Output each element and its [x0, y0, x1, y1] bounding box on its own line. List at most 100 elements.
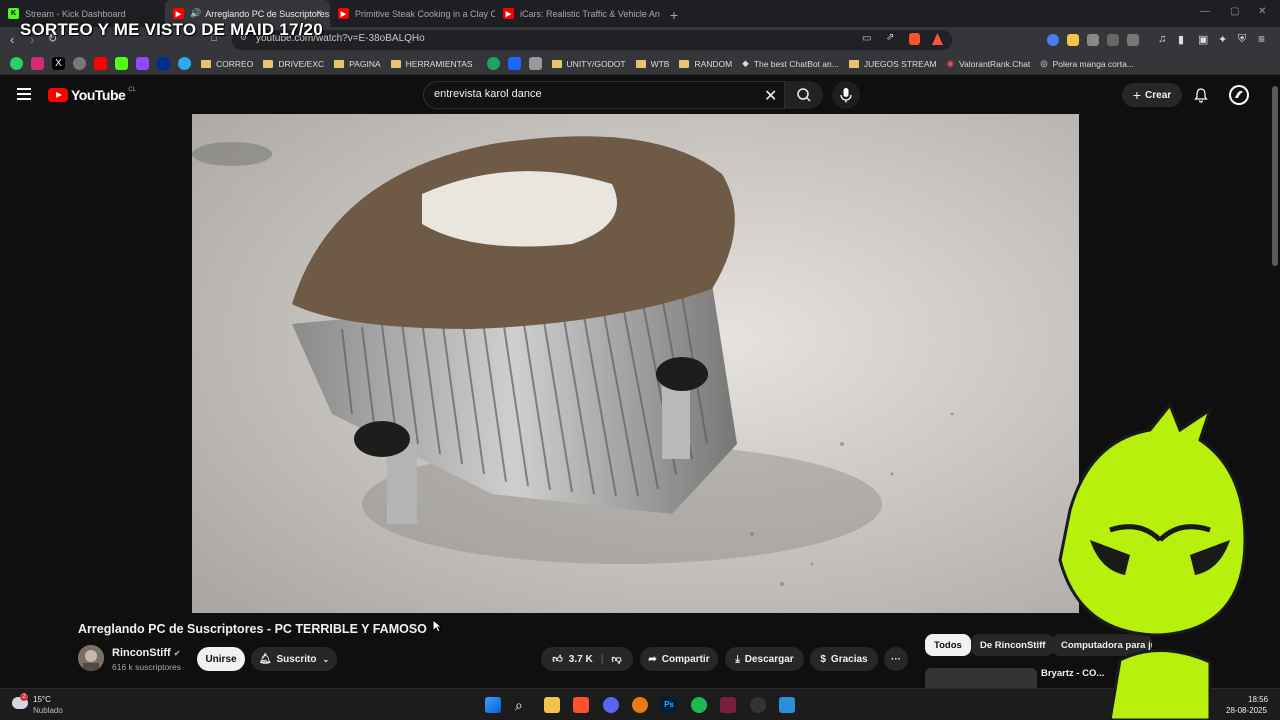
extension-icon[interactable] [1127, 34, 1139, 46]
super-thanks-icon: $ [820, 653, 826, 665]
recommended-thumbnail[interactable] [925, 668, 1037, 688]
app-icon[interactable] [720, 697, 736, 713]
stream-title-overlay: SORTEO Y ME VISTO DE MAID 17/20 [20, 20, 323, 39]
thumbs-up-icon[interactable]: 👍︎ [552, 653, 562, 665]
download-icon: ⤓ [735, 653, 740, 665]
youtube-icon: ▶ [503, 8, 514, 19]
close-tab-icon[interactable]: × [316, 8, 322, 19]
bookmark-icon[interactable] [486, 57, 500, 70]
voice-search-button[interactable] [832, 81, 860, 109]
bookmark-label: Polera manga corta... [1052, 58, 1134, 69]
bookmark-folder[interactable]: PAGINA [334, 59, 381, 69]
clock-time[interactable]: 18:56 [1248, 695, 1268, 704]
channel-name-text: RinconStiff [112, 647, 171, 659]
discord-icon[interactable] [603, 697, 619, 713]
weather-description[interactable]: Nublado [33, 706, 63, 715]
app-icon[interactable] [779, 697, 795, 713]
vpn-icon[interactable]: ⛨ [1238, 33, 1246, 46]
tab-icars[interactable]: ▶ iCars: Realistic Traffic & Vehicle Ani… [495, 0, 660, 27]
youtube-icon[interactable] [94, 57, 107, 70]
weather-temperature[interactable]: 15°C [33, 695, 51, 704]
apple-icon[interactable] [73, 57, 86, 70]
join-button[interactable]: Unirse [197, 647, 245, 671]
brave-shields-icon[interactable] [909, 33, 920, 45]
bookmark-folder[interactable]: DRIVE/EXC [263, 59, 324, 69]
extension-icon[interactable] [1067, 34, 1079, 46]
brave-rewards-icon[interactable] [932, 33, 943, 45]
cast-icon[interactable]: ▭ [862, 33, 871, 44]
notifications-bell-icon[interactable] [1193, 87, 1209, 103]
sidebar-icon[interactable]: ▮ [1178, 33, 1184, 46]
create-button[interactable]: + Crear [1122, 83, 1182, 107]
brave-browser-icon[interactable] [573, 697, 589, 713]
share-page-icon[interactable]: ⇗ [886, 32, 894, 43]
bookmark-folder[interactable]: WTB [635, 59, 669, 69]
download-button[interactable]: ⤓ Descargar [725, 647, 804, 671]
hamburger-menu-icon[interactable] [17, 88, 31, 100]
chip-de-rinconstiff[interactable]: De RinconStiff [971, 634, 1055, 656]
menu-icon[interactable]: ≡ [1258, 32, 1265, 46]
maximize-icon[interactable]: ▢ [1230, 6, 1239, 17]
extension-icon[interactable] [1087, 34, 1099, 46]
telegram-icon[interactable] [178, 57, 191, 70]
search-icon[interactable]: ⌕ [515, 697, 531, 713]
youtube-logo[interactable]: YouTube CL [48, 87, 136, 103]
channel-avatar[interactable] [78, 645, 104, 671]
account-avatar[interactable] [1229, 85, 1249, 105]
subscribed-label: Suscrito [276, 653, 317, 665]
more-actions-button[interactable]: ··· [884, 647, 908, 671]
bookmark-icon[interactable] [528, 57, 542, 70]
video-player[interactable] [192, 114, 1079, 613]
search-button[interactable] [785, 81, 823, 109]
file-explorer-icon[interactable] [544, 697, 560, 713]
whatsapp-icon[interactable] [10, 57, 23, 70]
search-input[interactable] [434, 88, 734, 100]
folder-icon [334, 59, 345, 68]
bookmark-folder[interactable]: HERRAMIENTAS [390, 59, 473, 69]
new-tab-button[interactable]: + [660, 7, 688, 27]
puzzle-icon[interactable] [1107, 34, 1119, 46]
page-scrollbar[interactable] [1270, 76, 1280, 688]
spotify-icon[interactable] [691, 697, 707, 713]
avatar-image [1231, 87, 1247, 103]
bookmark-link[interactable]: ◆ The best ChatBot an... [742, 58, 839, 69]
subscribed-button[interactable]: 🔔︎ Suscrito ⌄ [251, 647, 337, 671]
paypal-icon[interactable] [157, 57, 170, 70]
wallet-icon[interactable]: ▣ [1198, 33, 1208, 46]
photoshop-icon[interactable]: Ps [661, 697, 677, 713]
bookmark-link[interactable]: ◉ ValorantRank.Chat [947, 58, 1031, 69]
music-icon[interactable]: ♫ [1158, 33, 1166, 45]
thanks-button[interactable]: $ Gracias [810, 647, 878, 671]
tab-primitive-steak[interactable]: ▶ Primitive Steak Cooking in a Clay Ov..… [330, 0, 495, 27]
back-icon[interactable]: ‹ [10, 32, 14, 47]
kick-icon[interactable] [115, 57, 128, 70]
windows-start-icon[interactable] [485, 697, 501, 713]
like-count[interactable]: 3.7 K [569, 654, 593, 665]
bookmark-folder[interactable]: RANDOM [679, 59, 732, 69]
leo-ai-icon[interactable]: ✦ [1218, 33, 1227, 46]
behance-icon[interactable] [507, 57, 521, 70]
close-window-icon[interactable]: ✕ [1258, 6, 1266, 17]
chip-todos[interactable]: Todos [925, 634, 971, 656]
thumbs-down-icon[interactable]: 👎︎ [612, 653, 622, 665]
folder-icon [201, 59, 211, 68]
logo-text: YouTube [71, 87, 126, 103]
url-field[interactable]: ⚙ youtube.com/watch?v=E-38oBALQHo ▭ ⇗ [232, 30, 952, 50]
share-button[interactable]: ➦ Compartir [640, 647, 718, 671]
mic-icon [840, 88, 852, 103]
obs-icon[interactable] [750, 697, 766, 713]
channel-name[interactable]: RinconStiff ✔ [112, 647, 180, 659]
bookmark-folder[interactable]: CORREO [201, 59, 253, 69]
scroll-thumb[interactable] [1272, 86, 1278, 266]
bookmark-link[interactable]: ◎ Polera manga corta... [1040, 58, 1134, 69]
minimize-icon[interactable]: — [1200, 6, 1210, 17]
instagram-icon[interactable] [31, 57, 44, 70]
folder-icon [848, 59, 859, 68]
extension-icon[interactable] [1047, 34, 1059, 46]
bookmark-folder[interactable]: UNITY/GODOT [551, 59, 626, 69]
clear-search-icon[interactable]: ✕ [764, 86, 777, 106]
blender-icon[interactable] [632, 697, 648, 713]
twitch-icon[interactable] [136, 57, 149, 70]
bookmark-folder[interactable]: JUEGOS STREAM [848, 59, 937, 69]
x-icon[interactable]: X [52, 57, 65, 70]
